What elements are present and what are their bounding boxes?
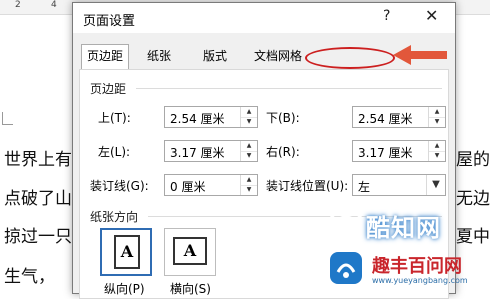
landscape-option[interactable]: A bbox=[164, 228, 216, 276]
ruler-mark: 2 bbox=[15, 0, 21, 10]
gutter-value: 0 厘米 bbox=[170, 180, 206, 194]
right-margin-value: 3.17 厘米 bbox=[358, 146, 413, 160]
pointer-arrow-icon bbox=[393, 45, 447, 65]
close-button[interactable]: ✕ bbox=[425, 6, 438, 25]
spin-down-icon[interactable]: ▼ bbox=[429, 151, 445, 161]
gutter-position-label: 装订线位置(U): bbox=[266, 179, 349, 193]
gutter-position-select[interactable]: 左 ▼ bbox=[352, 174, 446, 196]
paragraph-mark bbox=[2, 112, 13, 125]
tab-margins[interactable]: 页边距 bbox=[81, 44, 129, 69]
document-text-line: 世界上有 bbox=[4, 150, 72, 170]
left-margin-field[interactable]: 3.17 厘米 ▲ ▼ bbox=[164, 140, 258, 162]
spinner: ▲ ▼ bbox=[240, 107, 257, 127]
gutter-label: 装订线(G): bbox=[90, 179, 149, 193]
gutter-field[interactable]: 0 厘米 ▲ ▼ bbox=[164, 174, 258, 196]
margins-section-label: 页边距 bbox=[90, 82, 127, 96]
left-margin-label: 左(L): bbox=[98, 145, 131, 159]
help-button[interactable]: ? bbox=[383, 8, 390, 24]
portrait-page-icon: A bbox=[114, 235, 140, 269]
portrait-option[interactable]: A bbox=[100, 228, 152, 276]
portrait-label[interactable]: 纵向(P) bbox=[104, 280, 145, 297]
bottom-margin-label: 下(B): bbox=[266, 111, 300, 125]
spin-down-icon[interactable]: ▼ bbox=[429, 117, 445, 127]
watermark-url: www.yueyangbang.com bbox=[372, 276, 468, 285]
wifi-logo-icon bbox=[326, 208, 366, 248]
section-divider bbox=[136, 88, 442, 89]
watermark-logo-icon bbox=[330, 252, 362, 284]
spinner: ▲ ▼ bbox=[428, 141, 445, 161]
tab-paper[interactable]: 纸张 bbox=[137, 45, 181, 68]
spin-down-icon[interactable]: ▼ bbox=[241, 151, 257, 161]
document-text-line: 生气， bbox=[4, 267, 55, 287]
watermark-brand: 酷知网 bbox=[366, 214, 441, 242]
top-margin-value: 2.54 厘米 bbox=[170, 112, 225, 126]
document-text-line: 屋的 bbox=[456, 150, 490, 170]
dialog-title: 页面设置 bbox=[83, 14, 136, 29]
spinner: ▲ ▼ bbox=[240, 141, 257, 161]
spinner: ▲ ▼ bbox=[240, 175, 257, 195]
spinner: ▲ ▼ bbox=[428, 107, 445, 127]
top-margin-label: 上(T): bbox=[98, 111, 131, 125]
orientation-section-label: 纸张方向 bbox=[90, 210, 139, 224]
ruler-mark: 4 bbox=[51, 0, 57, 10]
gutter-position-value: 左 bbox=[358, 180, 371, 194]
chevron-down-icon[interactable]: ▼ bbox=[426, 175, 445, 195]
document-text-line: 点破了山 bbox=[4, 189, 72, 209]
watermark-cn-text: 趣丰百问网 bbox=[372, 256, 462, 277]
dialog-titlebar[interactable]: 页面设置 ? ✕ bbox=[73, 3, 455, 33]
left-margin-value: 3.17 厘米 bbox=[170, 146, 225, 160]
right-margin-field[interactable]: 3.17 厘米 ▲ ▼ bbox=[352, 140, 446, 162]
bottom-margin-value: 2.54 厘米 bbox=[358, 112, 413, 126]
watermark: 酷知网 趣丰百问网 www.yueyangbang.com bbox=[322, 200, 490, 294]
landscape-page-icon: A bbox=[173, 237, 207, 265]
highlight-ellipse bbox=[305, 47, 395, 69]
top-margin-field[interactable]: 2.54 厘米 ▲ ▼ bbox=[164, 106, 258, 128]
bottom-margin-field[interactable]: 2.54 厘米 ▲ ▼ bbox=[352, 106, 446, 128]
right-margin-label: 右(R): bbox=[266, 145, 300, 159]
spin-down-icon[interactable]: ▼ bbox=[241, 117, 257, 127]
document-text-line: 掠过一只 bbox=[4, 227, 72, 247]
landscape-label[interactable]: 横向(S) bbox=[170, 280, 211, 297]
tab-layout[interactable]: 版式 bbox=[193, 45, 237, 68]
spin-down-icon[interactable]: ▼ bbox=[241, 185, 257, 195]
